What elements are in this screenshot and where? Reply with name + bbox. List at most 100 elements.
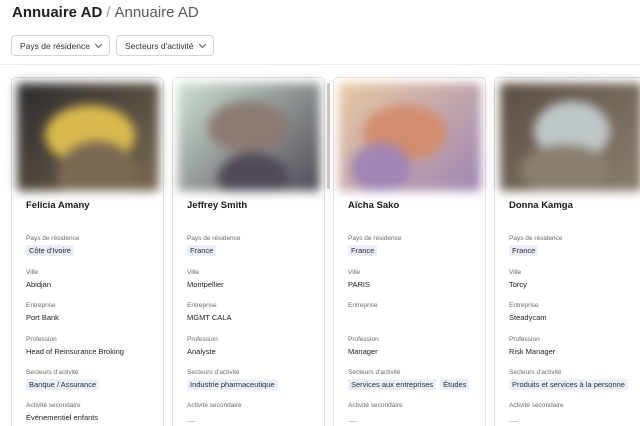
field-company-value: MGMT CALA bbox=[187, 313, 232, 322]
field-sectors-label: Secteurs d'activité bbox=[26, 369, 79, 376]
field-secondary: Activité secondaire Événementiel enfants bbox=[26, 402, 166, 422]
field-city-value: Abidjan bbox=[26, 280, 52, 289]
field-sectors: Secteurs d'activité Produits et services … bbox=[509, 369, 640, 390]
field-company-label: Entreprise bbox=[348, 302, 378, 309]
field-country-label: Pays de résidence bbox=[26, 235, 80, 242]
member-photo bbox=[17, 83, 159, 191]
filter-country-button[interactable]: Pays de résidence bbox=[11, 35, 110, 56]
field-profession-value: Head of Reinsurance Broking bbox=[26, 347, 124, 356]
field-city-value: PARIS bbox=[348, 280, 370, 289]
field-country: Pays de résidence France bbox=[348, 235, 488, 256]
field-company-value: Steadycam bbox=[509, 313, 547, 322]
sectors-tags: Services aux entreprises Études bbox=[348, 379, 488, 390]
field-profession-label: Profession bbox=[26, 336, 57, 343]
field-city-label: Ville bbox=[187, 269, 200, 276]
sectors-tags: Banque / Assurance bbox=[26, 379, 166, 390]
field-secondary-label: Activité secondaire bbox=[509, 402, 564, 409]
breadcrumb-separator: / bbox=[106, 4, 111, 21]
sectors-tag: Industrie pharmaceutique bbox=[187, 379, 278, 390]
field-city: Ville Montpellier bbox=[187, 269, 327, 289]
field-secondary-value: Événementiel enfants bbox=[26, 413, 99, 422]
field-city: Ville PARIS bbox=[348, 269, 488, 289]
field-country: Pays de résidence France bbox=[509, 235, 640, 256]
sectors-tag: Produits et services à la personne bbox=[509, 379, 628, 390]
filter-country-label: Pays de résidence bbox=[20, 40, 90, 51]
field-profession-value: Risk Manager bbox=[509, 347, 556, 356]
country-tags: France bbox=[187, 245, 327, 256]
sectors-tag: Banque / Assurance bbox=[26, 379, 100, 390]
field-company-label: Entreprise bbox=[509, 302, 539, 309]
field-country-label: Pays de résidence bbox=[187, 235, 241, 242]
field-secondary: Activité secondaire bbox=[348, 402, 488, 426]
country-tag: France bbox=[509, 245, 539, 256]
field-country-label: Pays de résidence bbox=[509, 235, 563, 242]
field-secondary: Activité secondaire bbox=[187, 402, 327, 426]
filter-sectors-label: Secteurs d'activité bbox=[124, 40, 194, 51]
chevron-down-icon bbox=[94, 40, 102, 48]
field-sectors-label: Secteurs d'activité bbox=[509, 369, 562, 376]
field-sectors: Secteurs d'activité Industrie pharmaceuti… bbox=[187, 369, 327, 390]
field-secondary: Activité secondaire bbox=[509, 402, 640, 426]
sectors-tags: Industrie pharmaceutique bbox=[187, 379, 327, 390]
field-company: Entreprise Steadycam bbox=[509, 302, 640, 322]
member-name[interactable]: Jeffrey Smith bbox=[187, 200, 247, 211]
country-tags: Côte d'Ivoire bbox=[26, 245, 166, 256]
divider bbox=[0, 64, 640, 65]
field-city-label: Ville bbox=[509, 269, 522, 276]
filter-bar: Pays de résidence Secteurs d'activité bbox=[11, 35, 214, 56]
empty-value-placeholder bbox=[348, 421, 357, 422]
field-secondary-label: Activité secondaire bbox=[26, 402, 81, 409]
member-grid: Felicia Amany Pays de résidence Côte d'Ivo… bbox=[11, 77, 640, 426]
field-company-label: Entreprise bbox=[187, 302, 217, 309]
field-city-value: Montpellier bbox=[187, 280, 224, 289]
field-profession: Profession Head of Reinsurance Broking bbox=[26, 336, 166, 356]
field-profession: Profession Risk Manager bbox=[509, 336, 640, 356]
field-secondary-label: Activité secondaire bbox=[187, 402, 242, 409]
empty-value-placeholder bbox=[509, 421, 518, 422]
member-photo bbox=[178, 83, 320, 191]
field-company: Entreprise MGMT CALA bbox=[187, 302, 327, 322]
sectors-tags: Produits et services à la personne bbox=[509, 379, 640, 390]
field-sectors: Secteurs d'activité Services aux entrepri… bbox=[348, 369, 488, 390]
field-profession-label: Profession bbox=[509, 336, 540, 343]
scrollbar-thumb[interactable] bbox=[327, 83, 330, 189]
member-name[interactable]: Felicia Amany bbox=[26, 200, 90, 211]
country-tag: France bbox=[187, 245, 217, 256]
field-city-label: Ville bbox=[26, 269, 39, 276]
member-photo bbox=[500, 83, 640, 191]
breadcrumb-root[interactable]: Annuaire AD bbox=[12, 4, 102, 21]
field-company: Entreprise Port Bank bbox=[26, 302, 166, 322]
field-country: Pays de résidence France bbox=[187, 235, 327, 256]
field-city-value: Torcy bbox=[509, 280, 527, 289]
field-company: Entreprise bbox=[348, 302, 488, 309]
country-tag: France bbox=[348, 245, 378, 256]
field-sectors: Secteurs d'activité Banque / Assurance bbox=[26, 369, 166, 390]
member-card[interactable]: Jeffrey Smith Pays de résidence France Vill… bbox=[172, 77, 325, 426]
member-name[interactable]: Aïcha Sako bbox=[348, 200, 399, 211]
field-sectors-label: Secteurs d'activité bbox=[348, 369, 401, 376]
field-city: Ville Torcy bbox=[509, 269, 640, 289]
field-country-label: Pays de résidence bbox=[348, 235, 402, 242]
field-secondary-label: Activité secondaire bbox=[348, 402, 403, 409]
country-tags: France bbox=[509, 245, 640, 256]
field-country: Pays de résidence Côte d'Ivoire bbox=[26, 235, 166, 256]
member-card[interactable]: Donna Kamga Pays de résidence France Ville T… bbox=[494, 77, 640, 426]
field-profession: Profession Manager bbox=[348, 336, 488, 356]
field-profession-value: Analyste bbox=[187, 347, 216, 356]
member-name[interactable]: Donna Kamga bbox=[509, 200, 573, 211]
sectors-tag: Études bbox=[440, 379, 470, 390]
field-company-value: Port Bank bbox=[26, 313, 59, 322]
field-city: Ville Abidjan bbox=[26, 269, 166, 289]
chevron-down-icon bbox=[198, 40, 206, 48]
country-tag: Côte d'Ivoire bbox=[26, 245, 74, 256]
sectors-tag: Services aux entreprises bbox=[348, 379, 437, 390]
field-sectors-label: Secteurs d'activité bbox=[187, 369, 240, 376]
field-profession: Profession Analyste bbox=[187, 336, 327, 356]
empty-value-placeholder bbox=[187, 421, 196, 422]
page-title: Annuaire AD bbox=[114, 4, 199, 21]
filter-sectors-button[interactable]: Secteurs d'activité bbox=[115, 35, 214, 56]
field-profession-label: Profession bbox=[187, 336, 218, 343]
member-card[interactable]: Felicia Amany Pays de résidence Côte d'Ivo… bbox=[11, 77, 164, 426]
member-card[interactable]: Aïcha Sako Pays de résidence France Ville PA… bbox=[333, 77, 486, 426]
field-profession-label: Profession bbox=[348, 336, 379, 343]
